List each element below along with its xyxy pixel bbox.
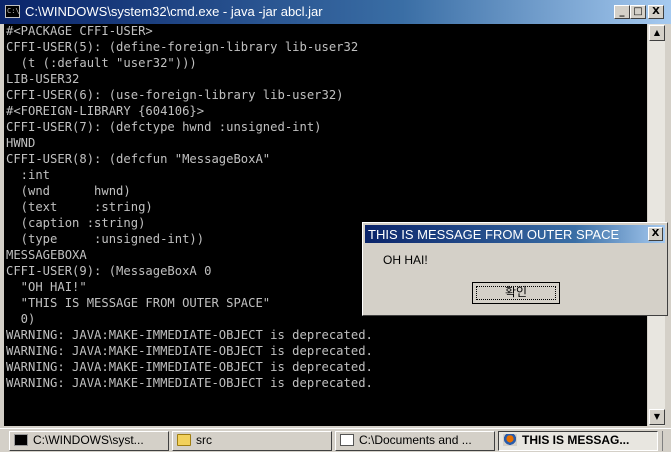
message-box-dialog: THIS IS MESSAGE FROM OUTER SPACE X OH HA…: [362, 222, 668, 316]
message-box-text: OH HAI!: [383, 253, 428, 267]
taskbar-button-src[interactable]: src: [172, 431, 332, 451]
console-line: CFFI-USER(8): (defcfun "MessageBoxA": [6, 152, 271, 166]
console-title-bar[interactable]: C:\WINDOWS\system32\cmd.exe - java -jar …: [0, 0, 671, 24]
console-line: WARNING: JAVA:MAKE-IMMEDIATE-OBJECT is d…: [6, 344, 373, 358]
console-line: CFFI-USER(6): (use-foreign-library lib-u…: [6, 88, 344, 102]
maximize-button[interactable]: □: [630, 5, 646, 19]
system-tray: [662, 431, 671, 451]
taskbar: C:\WINDOWS\syst... src C:\Documents and …: [0, 428, 671, 452]
cmd-icon: [14, 433, 28, 446]
console-window-title: C:\WINDOWS\system32\cmd.exe - java -jar …: [25, 4, 323, 19]
console-line: (wnd hwnd): [6, 184, 131, 198]
java-icon: [503, 433, 517, 446]
scroll-up-button[interactable]: ▲: [649, 25, 665, 41]
console-line: HWND: [6, 136, 36, 150]
taskbar-button-message[interactable]: THIS IS MESSAG...: [498, 431, 658, 451]
console-line: LIB-USER32: [6, 72, 80, 86]
console-line: #<FOREIGN-LIBRARY {604106}>: [6, 104, 205, 118]
minimize-button[interactable]: _: [614, 5, 630, 19]
task-label: C:\WINDOWS\syst...: [33, 433, 144, 447]
console-line: WARNING: JAVA:MAKE-IMMEDIATE-OBJECT is d…: [6, 328, 373, 342]
console-line: WARNING: JAVA:MAKE-IMMEDIATE-OBJECT is d…: [6, 360, 373, 374]
focus-rectangle: [476, 286, 556, 300]
notepad-icon: [340, 433, 354, 446]
task-label: C:\Documents and ...: [359, 433, 472, 447]
taskbar-button-cmd[interactable]: C:\WINDOWS\syst...: [9, 431, 169, 451]
scroll-down-button[interactable]: ▼: [649, 409, 665, 425]
task-label: src: [196, 433, 212, 447]
taskbar-button-documents[interactable]: C:\Documents and ...: [335, 431, 495, 451]
console-line: (t (:default "user32"))): [6, 56, 197, 70]
console-line: CFFI-USER(7): (defctype hwnd :unsigned-i…: [6, 120, 322, 134]
console-line: (text :string): [6, 200, 153, 214]
console-line: #<PACKAGE CFFI-USER>: [6, 24, 153, 38]
message-box-title-bar[interactable]: THIS IS MESSAGE FROM OUTER SPACE X: [365, 225, 665, 243]
ok-button[interactable]: 확인: [472, 282, 560, 304]
console-line: CFFI-USER(5): (define-foreign-library li…: [6, 40, 359, 54]
message-box-close-button[interactable]: X: [648, 227, 663, 241]
console-line: :int: [6, 168, 51, 182]
console-line: WARNING: JAVA:MAKE-IMMEDIATE-OBJECT is d…: [6, 376, 373, 390]
message-box-title: THIS IS MESSAGE FROM OUTER SPACE: [368, 227, 620, 242]
task-label: THIS IS MESSAG...: [522, 433, 630, 447]
folder-icon: [177, 433, 191, 446]
close-button[interactable]: X: [648, 5, 664, 19]
cmd-icon[interactable]: [5, 5, 20, 18]
